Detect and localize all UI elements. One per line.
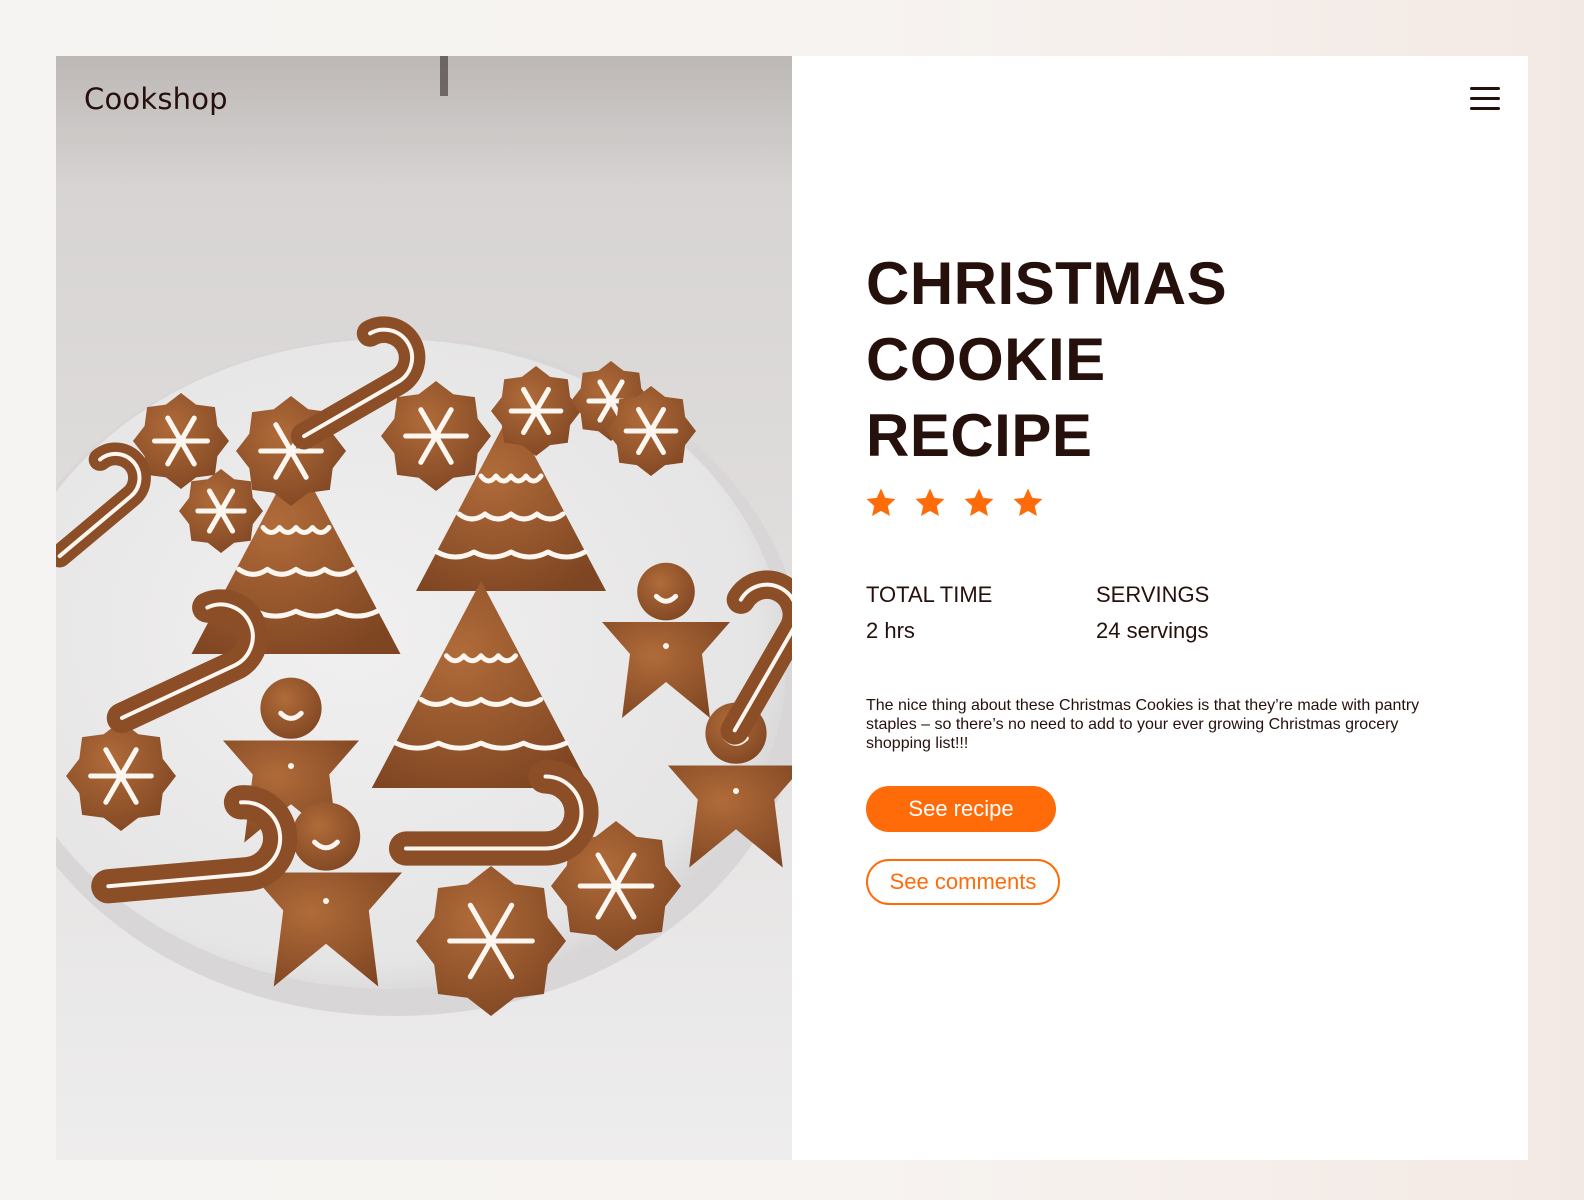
title-line: RECIPE bbox=[866, 402, 1093, 469]
total-time-label: TOTAL TIME bbox=[866, 582, 993, 607]
recipe-description: The nice thing about these Christmas Coo… bbox=[866, 697, 1420, 752]
title-line: CHRISTMAS bbox=[866, 250, 1228, 317]
recipe-card: Cookshop CHRISTMAS COOKIE RECIPE TOTAL T… bbox=[56, 56, 1528, 1160]
cookie-photo bbox=[56, 56, 792, 1160]
see-comments-button[interactable]: See comments bbox=[866, 859, 1060, 905]
star-icon bbox=[1013, 488, 1043, 517]
total-time-value: 2 hrs bbox=[866, 618, 915, 643]
star-icon bbox=[866, 488, 896, 517]
servings-value: 24 servings bbox=[1096, 618, 1209, 643]
see-recipe-button[interactable]: See recipe bbox=[866, 786, 1056, 832]
star-icon bbox=[915, 488, 945, 517]
title-line: COOKIE bbox=[866, 326, 1106, 393]
servings-label: SERVINGS bbox=[1096, 582, 1210, 607]
star-icon bbox=[964, 488, 994, 517]
hamburger-menu-icon[interactable] bbox=[1468, 84, 1502, 112]
recipe-title: CHRISTMAS COOKIE RECIPE bbox=[866, 246, 1227, 474]
brand-logo[interactable]: Cookshop bbox=[84, 82, 228, 116]
